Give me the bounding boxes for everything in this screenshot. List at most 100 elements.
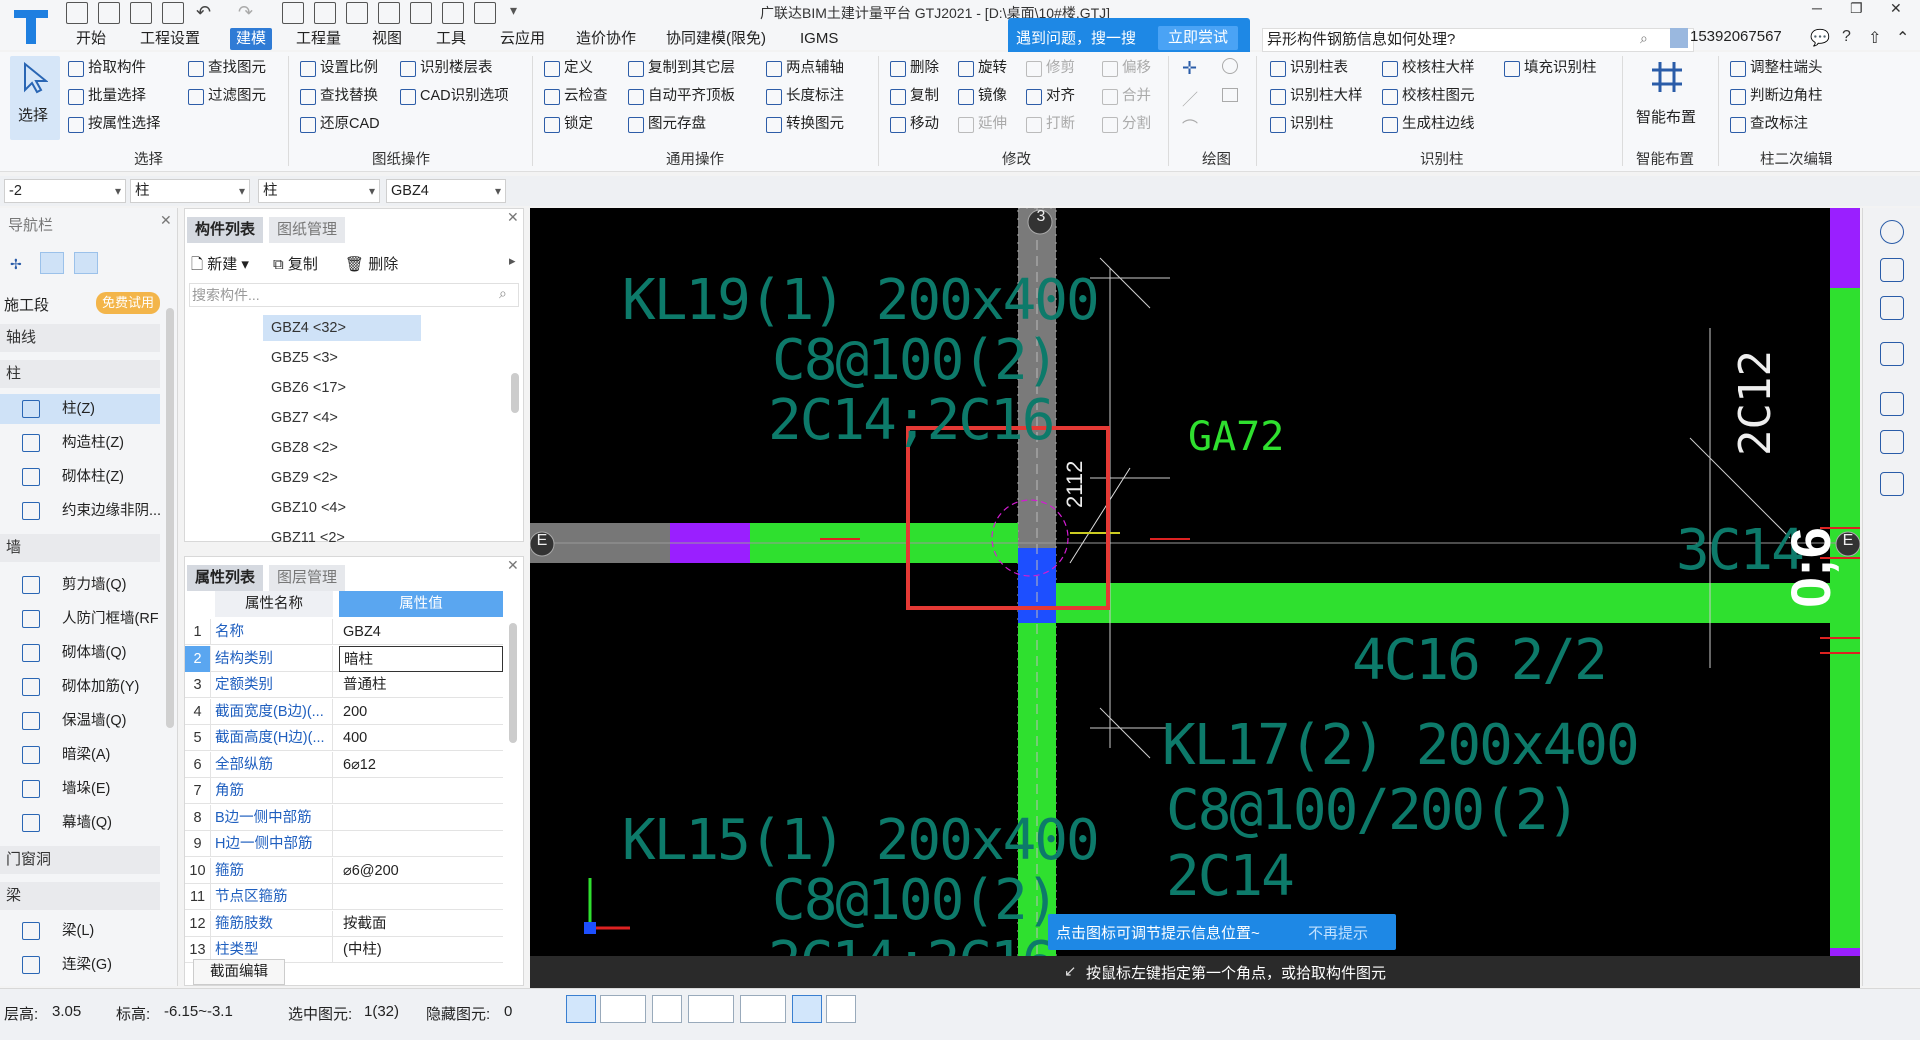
type-select[interactable]: 柱 [130,179,250,203]
property-row[interactable]: 12 箍筋肢数 按截面 [185,910,503,937]
generate-column-edge-button[interactable]: 生成柱边线 [1380,112,1475,136]
find-element-button[interactable]: 查找图元 [186,56,266,80]
sum-icon[interactable] [282,2,304,24]
nav-section-construction[interactable]: 施工段 [4,294,49,315]
list-scrollbar[interactable] [511,373,519,413]
check-column-element-button[interactable]: 校核柱图元 [1380,84,1475,108]
nav-pin-icon[interactable]: ✢ [10,256,22,273]
convert-element-button[interactable]: 转换图元 [764,112,844,136]
trial-badge[interactable]: 免费试用 [96,292,161,314]
orbit-icon[interactable] [1880,220,1904,244]
nav-list-view-icon[interactable] [40,252,64,274]
property-row[interactable]: 9 H边一侧中部筋 [185,831,503,857]
grid-icon[interactable] [346,2,368,24]
component-search-input[interactable]: 搜索构件... [189,283,519,307]
property-row[interactable]: 3 定额类别 普通柱 [185,672,503,698]
subtype-select[interactable]: 柱 [258,179,380,203]
component-list-item[interactable]: GBZ11 <2> [263,525,421,551]
property-value[interactable] [339,778,503,804]
maximize-icon[interactable]: ❐ [1850,0,1863,17]
property-value[interactable] [339,884,503,910]
batch-select-button[interactable]: 批量选择 [66,84,146,108]
smart-layout-button[interactable]: 智能布置 [1630,56,1704,142]
user-name[interactable]: 15392067567 [1690,28,1782,45]
property-value[interactable]: 按截面 [339,911,503,937]
tab-view[interactable]: 视图 [366,28,408,50]
align-button[interactable]: 对齐 [1024,84,1075,108]
modify-group-label[interactable]: 修改 [1002,148,1031,169]
column-icon[interactable] [442,2,464,24]
identify-column-table-button[interactable]: 识别柱表 [1268,56,1348,80]
close-icon[interactable]: ✕ [1890,0,1902,17]
app-logo-icon[interactable] [8,4,54,48]
nav-item-masonry-wall[interactable]: 砌体墙(Q) [0,638,160,668]
define-button[interactable]: 定义 [542,56,593,80]
arc-draw-icon[interactable]: ⌒ [1182,114,1198,138]
redo-icon[interactable]: ↷ [238,2,253,23]
find-replace-button[interactable]: 查找替换 [298,84,378,108]
pen-icon[interactable] [410,2,432,24]
search-icon[interactable]: ⌕ [1640,30,1648,47]
panel-close-icon[interactable]: ✕ [507,209,519,226]
nav-category-opening[interactable]: 门窗洞 [0,846,160,874]
tab-igms[interactable]: IGMS [794,28,844,50]
component-list-item[interactable]: GBZ6 <17> [263,375,421,401]
copy-component-button[interactable]: ⧉ 复制 [273,253,318,274]
tab-property-list[interactable]: 属性列表 [187,565,264,591]
property-row[interactable]: 4 截面宽度(B边)(... 200 [185,698,503,725]
identify-column-button[interactable]: 识别柱 [1268,112,1334,136]
dynamic-input-toggle[interactable] [792,995,822,1023]
save-element-button[interactable]: 图元存盘 [626,112,706,136]
drawing-canvas[interactable]: 3 E E 3 4 KL19(1) 200x400 C8@100(2) 2C14… [530,208,1860,988]
tab-quantity[interactable]: 工程量 [290,28,347,50]
judge-corner-column-button[interactable]: 判断边角柱 [1728,84,1823,108]
cube-view-icon[interactable] [1880,296,1904,320]
trim-button[interactable]: 修剪 [1024,56,1075,80]
split-button[interactable]: 分割 [1100,112,1151,136]
collapse-icon[interactable]: ⌃ [1896,28,1909,48]
property-value[interactable]: 400 [339,725,503,751]
tab-tools[interactable]: 工具 [430,28,472,50]
tab-project-settings[interactable]: 工程设置 [134,28,206,50]
nav-scrollbar[interactable] [166,308,174,728]
property-row[interactable]: 5 截面高度(H边)(... 400 [185,725,503,751]
3d-view-icon[interactable] [1880,258,1904,282]
open-folder-icon[interactable] [130,2,152,24]
component-list-item[interactable]: GBZ7 <4> [263,405,421,431]
filter-element-button[interactable]: 过滤图元 [186,84,266,108]
nav-item-constraint-edge[interactable]: 约束边缘非阴... [0,496,160,526]
check-doc-icon[interactable] [314,2,336,24]
tab-layer-management[interactable]: 图层管理 [269,565,346,591]
property-row[interactable]: 6 全部纵筋 6⌀12 [185,751,503,778]
new-component-button[interactable]: 🗋 新建 ▾ [191,253,249,279]
disk-icon[interactable] [162,2,184,24]
cancel-snap-toggle[interactable] [652,995,682,1023]
nav-item-wall-pier[interactable]: 墙垛(E) [0,774,160,804]
arc-snap-toggle[interactable] [826,995,856,1023]
ortho-snap-toggle[interactable] [566,995,596,1023]
nav-item-masonry-column[interactable]: 砌体柱(Z) [0,462,160,492]
circle-draw-icon[interactable] [1222,58,1238,74]
property-row[interactable]: 11 节点区箍筋 [185,884,503,910]
select-by-attr-button[interactable]: 按属性选择 [66,112,161,136]
identify-column-detail-button[interactable]: 识别柱大样 [1268,84,1363,108]
nav-item-curtain-wall[interactable]: 幕墙(Q) [0,808,160,838]
nav-item-insulation-wall[interactable]: 保温墙(Q) [0,706,160,736]
nav-detail-view-icon[interactable] [74,252,98,274]
property-row[interactable]: 8 B边一侧中部筋 [185,804,503,831]
break-button[interactable]: 打断 [1024,112,1075,136]
modify-annotation-button[interactable]: 查改标注 [1728,112,1808,136]
nav-item-civil-defense-wall[interactable]: 人防门框墙(RF [0,604,160,634]
box-view-icon[interactable] [1880,342,1904,366]
length-dim-button[interactable]: 长度标注 [764,84,844,108]
property-value[interactable]: (中柱) [339,937,503,963]
tab-cost-collab[interactable]: 造价协作 [570,28,642,50]
minimize-icon[interactable]: ─ [1812,0,1822,16]
nav-item-masonry-rebar[interactable]: 砌体加筋(Y) [0,672,160,702]
property-scrollbar[interactable] [509,623,517,743]
point-draw-icon[interactable]: ✛ [1182,58,1197,79]
copy-button[interactable]: 复制 [888,84,939,108]
property-row[interactable]: 2 结构类别 暗柱 [185,645,503,672]
property-value[interactable]: 200 [339,699,503,725]
horizontal-beam-right[interactable] [1056,583,1836,623]
